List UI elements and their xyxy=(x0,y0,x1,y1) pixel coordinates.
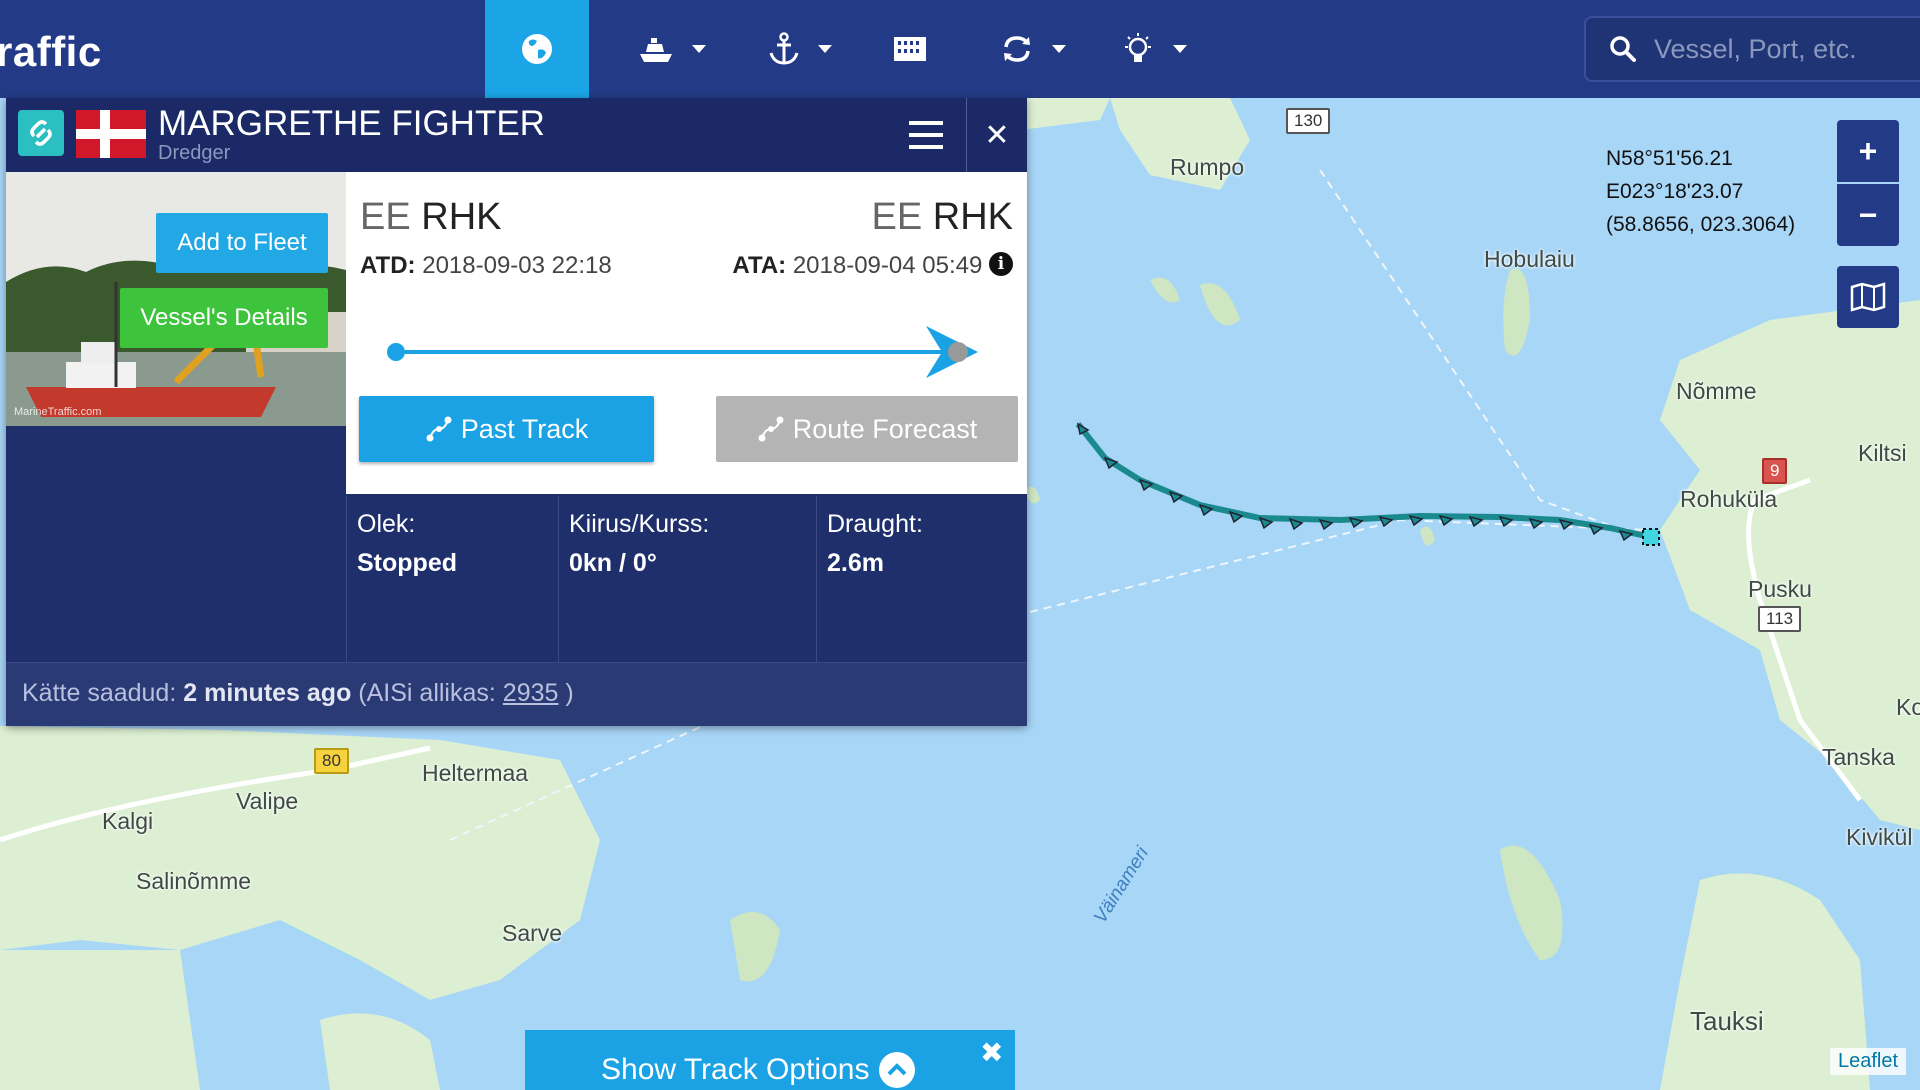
origin-dot xyxy=(387,343,405,361)
map-label: Ko xyxy=(1896,694,1920,720)
chevron-down-icon xyxy=(1173,45,1187,53)
chevron-down-icon xyxy=(818,45,832,53)
map-label: Pusku xyxy=(1748,576,1812,602)
zoom-out-button[interactable]: − xyxy=(1837,184,1899,246)
anchor-icon xyxy=(769,32,799,65)
photo-credit: MarineTraffic.com xyxy=(14,406,102,418)
map-layers-button[interactable] xyxy=(1837,266,1899,328)
panel-menu-button[interactable] xyxy=(886,98,966,172)
road-shield: 113 xyxy=(1758,606,1802,632)
road-shield: 130 xyxy=(1286,108,1331,134)
map-label: Hobulaiu xyxy=(1484,246,1575,272)
nav-tips[interactable] xyxy=(1114,0,1194,98)
lightbulb-icon xyxy=(1125,33,1151,62)
vessel-type: Dredger xyxy=(158,142,231,164)
cursor-coordinates: N58°51'56.21 E023°18'23.07 (58.8656, 023… xyxy=(1606,142,1795,241)
map-label: Tauksi xyxy=(1690,1006,1764,1036)
stat-speed-course: Kiirus/Kurss: 0kn / 0° xyxy=(558,496,816,662)
map-label: Tanska xyxy=(1822,744,1895,770)
chevron-down-icon xyxy=(692,45,706,53)
departure-port[interactable]: EE RHK xyxy=(360,196,502,239)
brand-logo[interactable]: raffic xyxy=(0,28,102,76)
ship-icon xyxy=(640,38,672,62)
stat-draught: Draught: 2.6m xyxy=(816,496,1027,662)
vessel-marker xyxy=(1642,528,1660,546)
map-label: Heltermaa xyxy=(422,760,529,786)
map-label: Nõmme xyxy=(1676,378,1757,404)
search-input[interactable] xyxy=(1654,33,1914,65)
ais-source-link[interactable]: 2935 xyxy=(503,679,559,707)
refresh-icon xyxy=(1004,36,1030,62)
info-icon[interactable]: i xyxy=(989,252,1013,276)
chevron-down-icon xyxy=(1052,45,1066,53)
coord-lon: E023°18'23.07 xyxy=(1606,180,1744,203)
map-label: Sarve xyxy=(502,920,563,946)
zoom-in-button[interactable]: + xyxy=(1837,120,1899,182)
hamburger-icon xyxy=(909,121,943,125)
map-label: Kivikül xyxy=(1846,824,1913,850)
arrival-port[interactable]: EE RHK xyxy=(872,196,1014,239)
chevron-up-icon xyxy=(879,1052,916,1088)
leaflet-attribution-link[interactable]: Leaflet xyxy=(1830,1048,1907,1075)
received-info: Kätte saadud: 2 minutes ago (AISi allika… xyxy=(6,662,1027,726)
voyage-progress xyxy=(387,326,978,378)
coord-lat: N58°51'56.21 xyxy=(1606,147,1733,170)
add-to-fleet-button[interactable]: Add to Fleet xyxy=(156,213,328,273)
track-icon xyxy=(426,416,452,442)
map-label: Kalgi xyxy=(102,808,154,834)
track-options-bar: Show Track Options ✖ xyxy=(525,1030,1015,1090)
destination-dot xyxy=(948,342,968,362)
search-box xyxy=(1584,16,1920,82)
past-track-button[interactable]: Past Track xyxy=(359,396,654,462)
road-shield: 80 xyxy=(314,748,349,774)
stat-status: Olek: Stopped xyxy=(346,496,558,662)
search-icon[interactable] xyxy=(1608,34,1638,64)
departure-time: ATD: 2018-09-03 22:18 xyxy=(360,252,612,279)
show-track-options-button[interactable]: Show Track Options xyxy=(601,1052,916,1088)
map-label: Kiltsi xyxy=(1858,440,1907,466)
vessel-details-button[interactable]: Vessel's Details xyxy=(120,288,328,348)
panel-header: MARGRETHE FIGHTER Dredger ✕ xyxy=(6,98,1027,172)
nav-companies[interactable] xyxy=(872,0,948,98)
map-label: Valipe xyxy=(236,788,299,814)
map-label: Rumpo xyxy=(1170,154,1245,180)
vessel-name: MARGRETHE FIGHTER xyxy=(158,104,545,143)
nav-vessels[interactable] xyxy=(612,0,732,98)
globe-icon xyxy=(522,34,552,64)
vessel-info-panel: MARGRETHE FIGHTER Dredger ✕ MarineTraffi… xyxy=(6,98,1027,726)
nav-live-map[interactable] xyxy=(485,0,589,98)
route-forecast-button[interactable]: Route Forecast xyxy=(716,396,1018,462)
denmark-flag-icon xyxy=(76,110,146,158)
nav-ports[interactable] xyxy=(744,0,856,98)
map-label: Rohuküla xyxy=(1680,486,1778,512)
road-shield: 9 xyxy=(1762,458,1788,484)
building-icon xyxy=(894,37,926,61)
link-icon[interactable] xyxy=(18,110,64,156)
track-icon xyxy=(758,416,784,442)
panel-close-button[interactable]: ✕ xyxy=(966,98,1027,172)
nav-refresh[interactable] xyxy=(978,0,1088,98)
map-label: Salinõmme xyxy=(136,868,252,894)
coord-decimal: (58.8656, 023.3064) xyxy=(1606,213,1796,236)
top-navbar: raffic xyxy=(0,0,1920,98)
close-track-options-button[interactable]: ✖ xyxy=(980,1036,1003,1069)
arrival-time: ATA: 2018-09-04 05:49 i xyxy=(732,252,1013,280)
map-icon xyxy=(1850,282,1886,312)
